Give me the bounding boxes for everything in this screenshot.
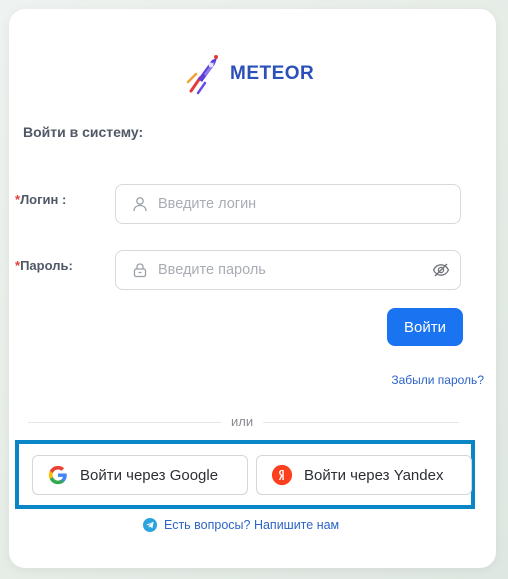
forgot-password-link[interactable]: Забыли пароль? xyxy=(391,373,484,387)
lock-icon xyxy=(133,263,147,278)
eye-off-icon[interactable] xyxy=(432,261,450,279)
google-login-label: Войти через Google xyxy=(80,466,219,484)
password-label-colon: : xyxy=(68,258,73,273)
login-label: *Логин : xyxy=(15,192,66,207)
contact-us-link[interactable]: Есть вопросы? Напишите нам xyxy=(143,518,339,532)
brand-logo: METEOR xyxy=(184,52,314,96)
login-field[interactable] xyxy=(115,184,461,224)
yandex-login-button[interactable]: Войти через Yandex xyxy=(256,455,472,495)
login-label-text: Логин xyxy=(20,192,59,207)
login-button[interactable]: Войти xyxy=(387,308,463,346)
form-heading: Войти в систему: xyxy=(23,124,144,140)
google-login-button[interactable]: Войти через Google xyxy=(32,455,248,495)
login-input[interactable] xyxy=(158,196,460,212)
password-label: *Пароль: xyxy=(15,258,73,273)
google-icon xyxy=(48,465,67,485)
meteor-logo-icon xyxy=(186,55,218,95)
brand-name: METEOR xyxy=(230,63,315,84)
telegram-icon xyxy=(143,518,157,532)
divider-text: или xyxy=(221,414,264,429)
contact-us-text: Есть вопросы? Напишите нам xyxy=(164,518,340,532)
login-label-colon: : xyxy=(62,192,67,207)
password-input[interactable] xyxy=(158,262,432,278)
yandex-icon xyxy=(271,464,293,486)
yandex-login-label: Войти через Yandex xyxy=(304,466,444,484)
user-icon xyxy=(133,197,147,212)
password-field[interactable] xyxy=(115,250,461,290)
password-label-text: Пароль xyxy=(20,258,69,273)
